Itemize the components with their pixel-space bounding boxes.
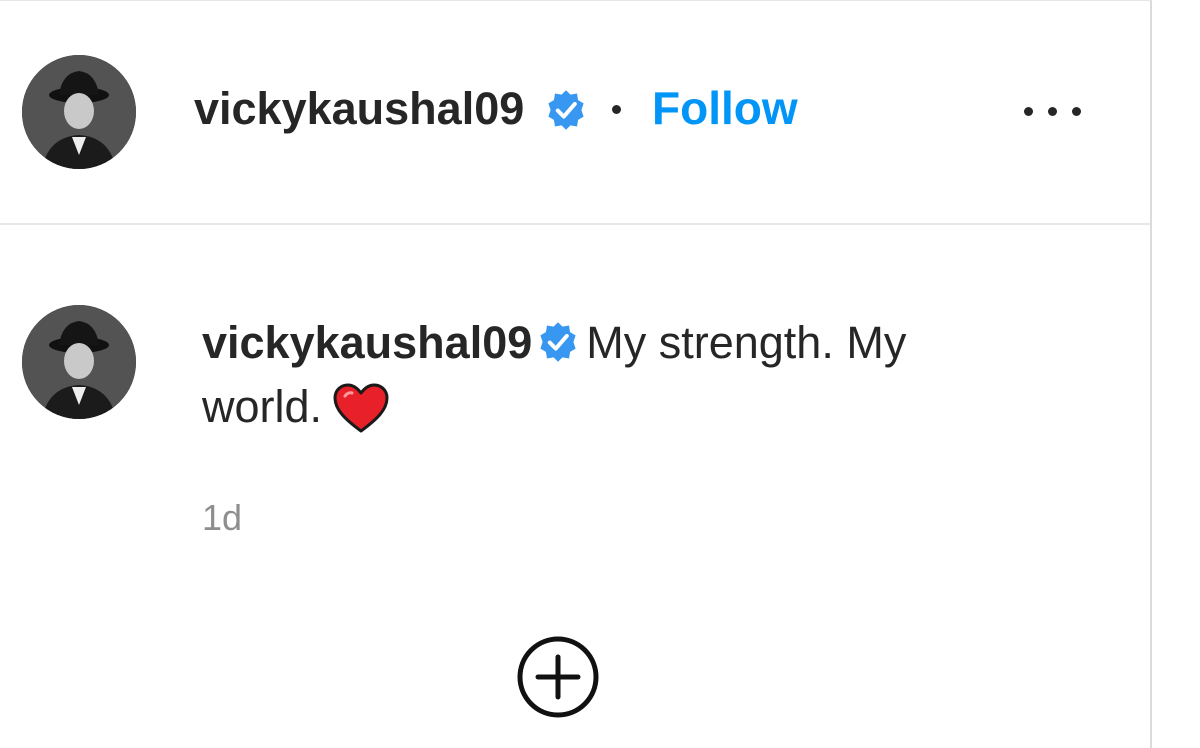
post-username[interactable]: vickykaushal09 xyxy=(194,83,524,135)
comment-timestamp[interactable]: 1d xyxy=(202,497,242,539)
verified-badge-icon xyxy=(540,322,576,362)
follow-button[interactable]: Follow xyxy=(652,81,798,135)
plus-circle-icon[interactable] xyxy=(516,635,600,719)
profile-avatar[interactable] xyxy=(22,55,136,169)
separator-dot xyxy=(612,105,621,114)
post-header: vickykaushal09 Follow xyxy=(0,1,1150,225)
more-options-icon[interactable] xyxy=(1016,91,1088,131)
caption-avatar[interactable] xyxy=(22,305,136,419)
caption-text-block: vickykaushal09 My strength. My world. xyxy=(202,311,1022,439)
red-heart-icon xyxy=(333,383,389,433)
verified-badge-icon xyxy=(548,90,584,130)
post-panel: vickykaushal09 Follow vickykaushal09 My … xyxy=(0,0,1152,748)
caption-username[interactable]: vickykaushal09 xyxy=(202,317,532,368)
